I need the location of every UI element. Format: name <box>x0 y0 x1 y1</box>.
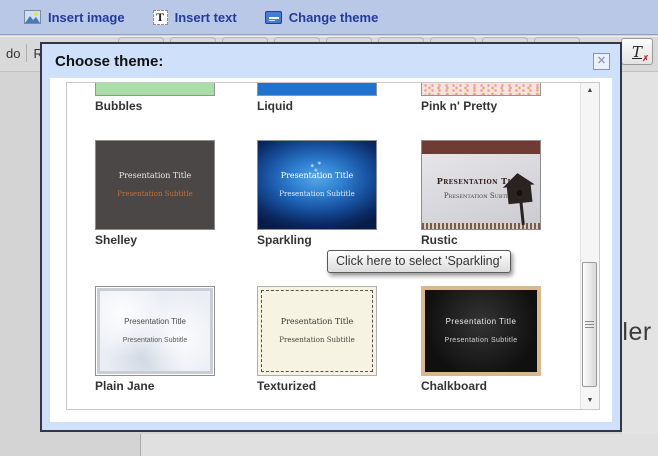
theme-label-shelley: Shelley <box>95 233 215 247</box>
theme-thumb-plain-jane[interactable]: Presentation Title Presentation Subtitle <box>95 286 215 376</box>
thumb-title: Presentation Title <box>119 171 192 181</box>
change-theme-label: Change theme <box>289 10 379 25</box>
theme-thumb-liquid[interactable] <box>257 83 377 96</box>
dialog-header: Choose theme: ✕ <box>42 44 620 78</box>
theme-scroll-viewport: Bubbles Liquid Pink n' Pretty Presentati… <box>66 82 600 410</box>
scroll-down-icon[interactable]: ▼ <box>581 393 599 409</box>
close-icon[interactable]: ✕ <box>593 53 610 70</box>
birdhouse-icon <box>502 171 538 225</box>
theme-thumb-shelley[interactable]: Presentation Title Presentation Subtitle <box>95 140 215 230</box>
insert-text-button[interactable]: T Insert text <box>153 10 237 25</box>
thumb-title: Presentation Title <box>446 317 517 327</box>
theme-thumb-texturized[interactable]: Presentation Title Presentation Subtitle <box>257 286 377 376</box>
texturized-inner-frame: Presentation Title Presentation Subtitle <box>261 290 373 372</box>
vertical-scrollbar[interactable]: ▲ ▼ <box>580 83 599 409</box>
theme-thumb-chalkboard[interactable]: Presentation Title Presentation Subtitle <box>421 286 541 376</box>
undo-button[interactable]: do <box>0 46 26 61</box>
red-x-icon: ✗ <box>642 54 649 63</box>
thumb-subtitle: Presentation Subtitle <box>117 190 192 199</box>
thumb-title: Presentation Title <box>281 317 354 327</box>
thumb-subtitle: Presentation Subtitle <box>123 336 188 345</box>
theme-thumb-bubbles[interactable] <box>95 83 215 96</box>
remove-formatting-button[interactable]: T ✗ <box>621 38 653 65</box>
theme-label-chalkboard: Chalkboard <box>421 379 541 393</box>
thumb-subtitle: Presentation Subtitle <box>279 336 354 345</box>
text-icon: T <box>153 10 168 25</box>
scrollbar-grip <box>585 321 594 330</box>
theme-label-texturized: Texturized <box>257 379 377 393</box>
theme-thumb-sparkling[interactable]: Presentation Title Presentation Subtitle <box>257 140 377 230</box>
theme-label-rustic: Rustic <box>421 233 541 247</box>
scrollbar-thumb[interactable] <box>582 262 597 387</box>
rustic-header-bar <box>422 141 540 154</box>
dialog-title: Choose theme: <box>55 53 163 70</box>
theme-thumb-rustic[interactable]: Presentation Title Presentation Subtitle <box>421 140 541 230</box>
theme-grid: Bubbles Liquid Pink n' Pretty Presentati… <box>67 83 580 409</box>
theme-label-plain-jane: Plain Jane <box>95 379 215 393</box>
remove-formatting-icon: T <box>632 43 642 61</box>
canvas-background <box>622 72 658 456</box>
insert-image-label: Insert image <box>48 10 125 25</box>
image-icon <box>24 10 41 24</box>
theme-slide-icon <box>265 11 282 24</box>
theme-thumb-pink-n-pretty[interactable] <box>421 83 541 96</box>
choose-theme-dialog: Choose theme: ✕ Bubbles Liquid Pink n' P… <box>40 42 622 432</box>
theme-label-sparkling: Sparkling <box>257 233 377 247</box>
scroll-up-icon[interactable]: ▲ <box>581 83 599 99</box>
sparkling-tooltip: Click here to select 'Sparkling' <box>327 250 511 273</box>
theme-label-pink-n-pretty: Pink n' Pretty <box>421 99 541 113</box>
insert-text-label: Insert text <box>175 10 237 25</box>
canvas-bottom <box>140 434 658 456</box>
change-theme-button[interactable]: Change theme <box>265 10 379 25</box>
insert-toolbar: Insert image T Insert text Change theme <box>0 0 658 35</box>
thumb-title: Presentation Title <box>281 171 354 181</box>
theme-label-liquid: Liquid <box>257 99 377 113</box>
thumb-title: Presentation Title <box>124 317 186 327</box>
thumb-subtitle: Presentation Subtitle <box>445 336 518 345</box>
thumb-subtitle: Presentation Subtitle <box>279 190 354 199</box>
theme-label-bubbles: Bubbles <box>95 99 215 113</box>
insert-image-button[interactable]: Insert image <box>24 10 125 25</box>
